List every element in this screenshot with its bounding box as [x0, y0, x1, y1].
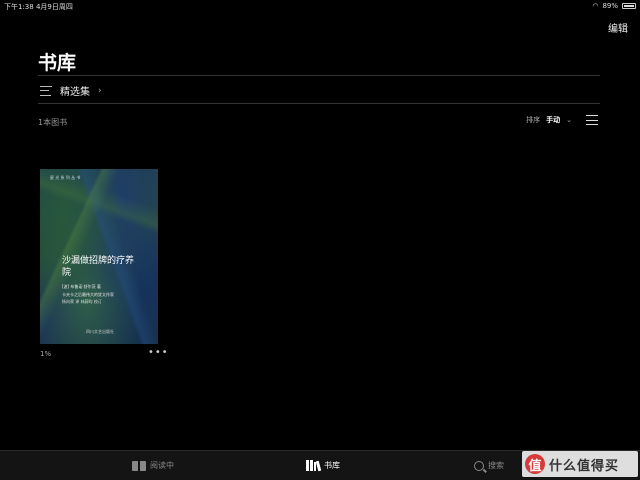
sort-value: 手动: [546, 116, 561, 124]
status-time-date: 下午1:38 4月9日周四: [4, 3, 73, 11]
book-title: 沙漏做招牌的疗养院: [62, 256, 135, 278]
book-credits: 杨向荣 译 林蔚昀 校订: [62, 299, 102, 304]
sort-button[interactable]: 排序 手动 ⌄: [526, 115, 572, 125]
library-icon: [306, 460, 322, 472]
book-progress: 1%: [40, 350, 52, 358]
open-book-icon: [132, 460, 146, 471]
watermark-logo: 值: [525, 454, 545, 474]
book-publisher: 四川文艺出版社: [86, 329, 114, 334]
sort-label: 排序: [526, 116, 541, 124]
wifi-icon: ◠: [592, 2, 599, 10]
list-icon: [40, 85, 52, 96]
book-author: [波] 布鲁诺·舒尔茨 著: [62, 284, 101, 289]
tab-library[interactable]: 书库: [306, 460, 340, 472]
tab-search-label: 搜索: [488, 461, 504, 470]
status-right: ◠ 89%: [592, 2, 636, 10]
edit-button[interactable]: 编辑: [608, 20, 628, 35]
cover-series: 星 光 系 列 丛 书: [50, 175, 81, 180]
more-options-button[interactable]: •••: [148, 347, 169, 358]
tab-library-label: 书库: [324, 461, 340, 470]
collections-button[interactable]: 精选集 ›: [40, 83, 102, 98]
watermark: 值 什么值得买: [522, 451, 638, 477]
book-count: 1本图书: [38, 118, 68, 127]
tab-search[interactable]: 搜索: [474, 460, 504, 471]
divider: [38, 103, 600, 104]
collections-label: 精选集: [60, 87, 90, 98]
search-icon: [474, 460, 484, 471]
status-bar: 下午1:38 4月9日周四 ◠ 89%: [0, 0, 640, 12]
tab-reading-now[interactable]: 阅读中: [132, 460, 174, 471]
book-cover[interactable]: 星 光 系 列 丛 书 沙漏做招牌的疗养院 [波] 布鲁诺·舒尔茨 著 卡夫卡之…: [40, 169, 158, 344]
battery-icon: [622, 3, 636, 9]
tab-reading-now-label: 阅读中: [150, 461, 174, 470]
chevron-down-icon: ⌄: [566, 116, 572, 124]
chevron-right-icon: ›: [98, 85, 102, 96]
divider: [38, 75, 600, 76]
book-subtitle: 卡夫卡之后最伟大的犹太作家: [62, 292, 114, 297]
battery-percent: 89%: [602, 2, 618, 10]
watermark-text: 什么值得买: [549, 458, 620, 474]
page-title: 书库: [38, 52, 77, 74]
list-view-icon[interactable]: [586, 115, 598, 125]
